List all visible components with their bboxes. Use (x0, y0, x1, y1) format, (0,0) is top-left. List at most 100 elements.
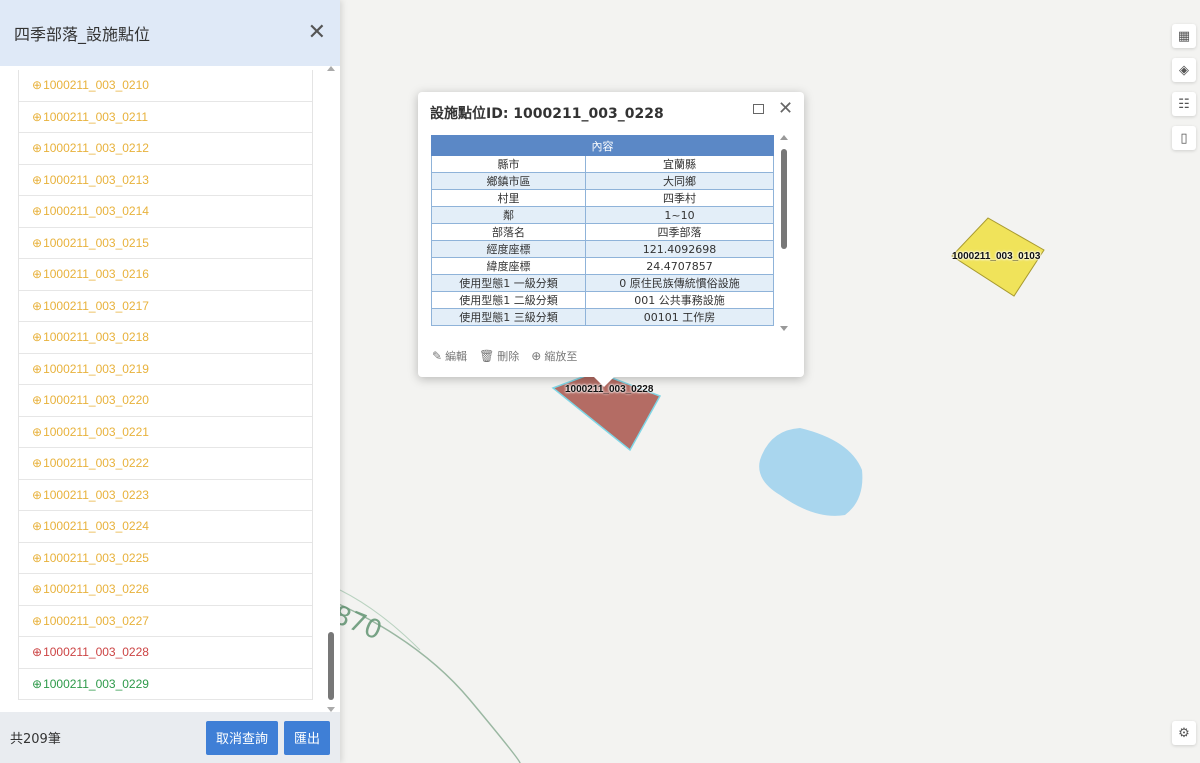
scroll-up-arrow[interactable] (780, 135, 788, 140)
list-item[interactable]: ⊕ 1000211_003_0223 (19, 480, 312, 511)
list-item-label: 1000211_003_0212 (43, 141, 149, 156)
list-item[interactable]: ⊕ 1000211_003_0221 (19, 417, 312, 448)
facility-list: ⊕ 1000211_003_0210 ⊕ 1000211_003_0211 ⊕ 10002… (18, 70, 313, 700)
list-item-label: 1000211_003_0211 (43, 109, 149, 124)
zoom-icon: ⊕ (32, 78, 43, 93)
attribute-value: 00101 工作房 (584, 308, 775, 326)
cancel-query-button[interactable]: 取消查詢 (205, 720, 278, 755)
gear-icon[interactable]: ⚙ (1172, 721, 1196, 745)
list-item[interactable]: ⊕ 1000211_003_0218 (19, 322, 312, 354)
list-item[interactable]: ⊕ 1000211_003_0222 (19, 448, 312, 480)
list-item-label: 1000211_003_0225 (43, 550, 149, 565)
zoom-to-button[interactable]: ⊕ 縮放至 (531, 348, 577, 364)
zoom-icon: ⊕ (32, 519, 43, 534)
panel-footer: 共209筆 取消查詢 匯出 (0, 712, 340, 763)
attribute-key: 部落名 (431, 223, 586, 241)
scroll-up-arrow[interactable] (327, 66, 335, 71)
list-item[interactable]: ⊕ 1000211_003_0215 (19, 228, 312, 259)
attribute-value: 24.4707857 (584, 257, 775, 275)
panel-title: 四季部落_設施點位 (14, 25, 151, 44)
list-item[interactable]: ⊕ 1000211_003_0216 (19, 259, 312, 291)
attribute-value: 四季部落 (584, 223, 775, 241)
attribute-key: 鄰 (431, 206, 586, 224)
scroll-down-arrow[interactable] (780, 326, 788, 331)
table-row: 鄉鎮市區 大同鄉 (431, 172, 775, 190)
list-item-label: 1000211_003_0222 (43, 456, 149, 471)
qr-icon[interactable]: ▦ (1172, 24, 1196, 48)
list-item-label: 1000211_003_0228 (43, 645, 149, 660)
list-item[interactable]: ⊕ 1000211_003_0220 (19, 385, 312, 417)
trash-icon: 🗑 (479, 349, 495, 363)
zoom-icon: ⊕ (32, 424, 43, 439)
popup-title: 設施點位ID: 1000211_003_0228 (430, 106, 664, 122)
edit-label: 編輯 (445, 350, 468, 363)
zoom-icon: ⊕ (32, 582, 43, 597)
popup-scrollbar[interactable] (779, 135, 789, 331)
scroll-thumb[interactable] (328, 632, 334, 700)
list-item[interactable]: ⊕ 1000211_003_0211 (19, 102, 312, 133)
feature-popup: 設施點位ID: 1000211_003_0228 ✕ 內容 縣市 宜蘭縣 鄉鎮市區大… (418, 92, 804, 387)
edit-button[interactable]: ✎ 編輯 (432, 348, 467, 364)
list-item-label: 1000211_003_0226 (43, 582, 149, 597)
list-item[interactable]: ⊕ 1000211_003_0227 (19, 606, 312, 637)
zoom-icon: ⊕ (32, 676, 43, 691)
attribute-table-wrap: 內容 縣市 宜蘭縣 鄉鎮市區 大同鄉 村里 四季村鄰 1~10 部落名 四季部落 經度座標 121.… (431, 135, 777, 333)
table-row: 部落名 四季部落 (431, 223, 775, 241)
close-icon[interactable]: ✕ (308, 22, 326, 44)
zoom-icon: ⊕ (32, 645, 43, 660)
export-button[interactable]: 匯出 (283, 720, 330, 755)
mouse-icon[interactable]: ▯ (1172, 126, 1196, 150)
attribute-key: 使用型態1 一級分類 (431, 274, 586, 292)
zoom-icon: ⊕ (32, 456, 43, 471)
attribute-value: 大同鄉 (584, 172, 775, 190)
legend-icon[interactable]: ☷ (1172, 92, 1196, 116)
list-item-label: 1000211_003_0213 (43, 172, 149, 187)
attribute-table: 內容 縣市 宜蘭縣 鄉鎮市區 大同鄉 村里 四季村鄰 1~10 部落名 四季部落 經度座標 121.… (431, 135, 775, 326)
list-item[interactable]: ⊕ 1000211_003_0210 (19, 70, 312, 102)
water-body (759, 428, 863, 516)
list-item[interactable]: ⊕ 1000211_003_0219 (19, 354, 312, 385)
list-scrollbar[interactable] (326, 66, 336, 712)
attribute-key: 縣市 (431, 155, 586, 173)
attribute-key: 使用型態1 二級分類 (431, 291, 586, 309)
zoom-icon: ⊕ (32, 172, 43, 187)
list-item[interactable]: ⊕ 1000211_003_0212 (19, 133, 312, 165)
table-row: 使用型態1 二級分類 001 公共事務設施 (431, 291, 775, 309)
zoom-label: 縮放至 (544, 350, 578, 363)
close-icon[interactable]: ✕ (778, 98, 793, 119)
attribute-value: 001 公共事務設施 (584, 291, 775, 309)
list-item-label: 1000211_003_0217 (43, 298, 149, 313)
attribute-value: 121.4092698 (584, 240, 775, 258)
other-building-label: 1000211_003_0103 (952, 251, 1041, 262)
attribute-value: 宜蘭縣 (584, 155, 775, 173)
list-item-label: 1000211_003_0214 (43, 204, 149, 219)
list-item-label: 1000211_003_0227 (43, 613, 149, 628)
table-row: 鄰 1~10 (431, 206, 775, 224)
list-item[interactable]: ⊕ 1000211_003_0217 (19, 291, 312, 322)
zoom-icon: ⊕ (32, 393, 43, 408)
layers-icon[interactable]: ◈ (1172, 58, 1196, 82)
table-row: 使用型態1 一級分類 0 原住民族傳統慣俗設施 (431, 274, 775, 292)
maximize-icon[interactable] (753, 104, 764, 114)
attribute-key: 使用型態1 三級分類 (431, 308, 586, 326)
list-item-label: 1000211_003_0220 (43, 393, 149, 408)
zoom-icon: ⊕ (32, 267, 43, 282)
list-item[interactable]: ⊕ 1000211_003_0226 (19, 574, 312, 606)
table-row: 經度座標 121.4092698 (431, 240, 775, 258)
delete-button[interactable]: 🗑 刪除 (479, 348, 519, 364)
list-item[interactable]: ⊕ 1000211_003_0213 (19, 165, 312, 196)
table-row: 村里 四季村 (431, 189, 775, 207)
attribute-key: 緯度座標 (431, 257, 586, 275)
list-item[interactable]: ⊕ 1000211_003_0225 (19, 543, 312, 574)
list-item[interactable]: ⊕ 1000211_003_0214 (19, 196, 312, 228)
attribute-value: 四季村 (584, 189, 775, 207)
list-item[interactable]: ⊕ 1000211_003_0229 (19, 669, 312, 700)
map-toolbar: ▦ ◈ ☷ ▯ ⚙ (1172, 24, 1196, 745)
scroll-thumb[interactable] (781, 149, 787, 249)
zoom-icon: ⊕ (32, 235, 43, 250)
table-row: 緯度座標 24.4707857 (431, 257, 775, 275)
pencil-icon: ✎ (432, 349, 443, 363)
zoom-icon: ⊕ (32, 204, 43, 219)
list-item[interactable]: ⊕ 1000211_003_0228 (19, 637, 312, 669)
list-item[interactable]: ⊕ 1000211_003_0224 (19, 511, 312, 543)
